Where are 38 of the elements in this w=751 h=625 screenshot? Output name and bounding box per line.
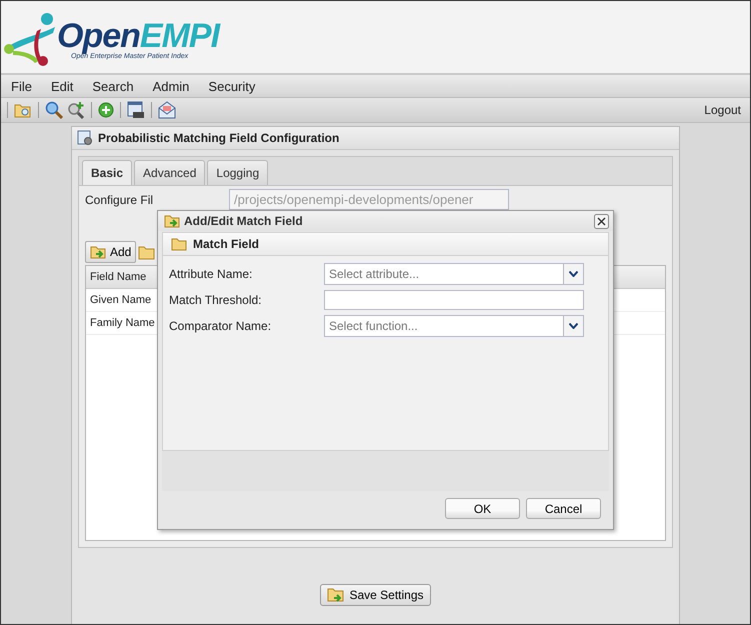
folder-arrow-icon (327, 587, 346, 603)
panel-title: Probabilistic Matching Field Configuration (98, 131, 340, 145)
search-icon[interactable] (45, 101, 63, 119)
save-settings-button[interactable]: Save Settings (320, 584, 431, 606)
folder-icon[interactable] (138, 244, 156, 260)
brand-name: OpenEMPI (57, 18, 220, 52)
input-field[interactable] (324, 290, 584, 310)
caret-icon[interactable] (569, 322, 578, 328)
select-field[interactable]: Select function... (324, 314, 584, 336)
menu-item[interactable]: Search (82, 78, 143, 94)
close-icon[interactable] (594, 214, 609, 228)
field-label: Comparator Name: (169, 318, 272, 332)
logout-link[interactable]: Logout (704, 103, 741, 117)
folder-arrow-icon (164, 214, 180, 228)
zoom-add-icon[interactable] (67, 101, 85, 119)
dialog-button[interactable]: Cancel (526, 498, 601, 519)
form-icon[interactable] (127, 101, 145, 119)
field-label: Attribute Name: (169, 266, 254, 280)
tab[interactable]: Logging (207, 160, 268, 185)
select-field[interactable]: Select attribute... (324, 262, 584, 284)
section-title: Match Field (193, 237, 260, 251)
folder-icon (171, 238, 187, 250)
folder-search-icon[interactable] (14, 102, 32, 118)
tab[interactable]: Basic (82, 160, 132, 185)
config-label: Configure Fil (85, 192, 154, 206)
menu-item[interactable]: File (1, 78, 41, 94)
tab[interactable]: Advanced (134, 160, 206, 185)
field-label: Match Threshold: (169, 292, 262, 306)
add-button[interactable]: Add (85, 241, 136, 263)
folder-arrow-icon (90, 245, 106, 259)
menu-item[interactable]: Edit (40, 78, 82, 94)
add-icon[interactable] (98, 102, 114, 118)
dialog-title: Add/Edit Match Field (184, 214, 303, 228)
mail-icon[interactable] (158, 101, 176, 119)
menu-item[interactable]: Security (198, 78, 264, 94)
caret-icon[interactable] (569, 270, 578, 276)
dialog-button[interactable]: OK (445, 498, 520, 519)
menu-item[interactable]: Admin (142, 78, 198, 94)
